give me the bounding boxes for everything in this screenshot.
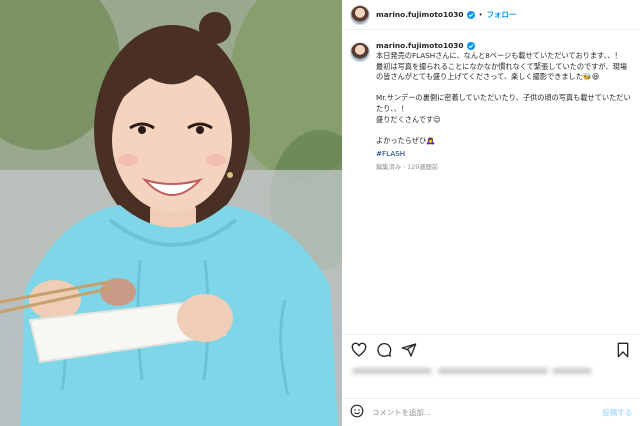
heart-icon[interactable] bbox=[350, 341, 368, 359]
caption-section: marino.fujimoto1030 本日発売のFLASHさんに、なんと8ペー… bbox=[342, 31, 640, 341]
header-username[interactable]: marino.fujimoto1030 bbox=[376, 10, 464, 19]
caption-body: marino.fujimoto1030 本日発売のFLASHさんに、なんと8ペー… bbox=[376, 41, 632, 171]
comment-input[interactable] bbox=[372, 408, 603, 417]
post-comment-button[interactable]: 投稿する bbox=[602, 407, 632, 418]
caption-avatar[interactable] bbox=[350, 42, 370, 62]
separator-dot: • bbox=[478, 10, 483, 19]
comment-icon[interactable] bbox=[375, 341, 393, 359]
action-bar bbox=[342, 334, 640, 364]
comment-bar: 投稿する bbox=[342, 398, 640, 426]
send-icon[interactable] bbox=[400, 341, 418, 359]
smiley-icon[interactable] bbox=[350, 403, 364, 422]
post-panel: marino.fujimoto1030 • フォロー marino.fujimo… bbox=[342, 0, 640, 426]
verified-badge-icon bbox=[466, 41, 475, 50]
follow-button[interactable]: フォロー bbox=[487, 9, 517, 20]
photo-illustration bbox=[0, 0, 342, 426]
bookmark-icon[interactable] bbox=[614, 341, 632, 359]
blurred-likes-area bbox=[352, 368, 612, 382]
caption-text: 本日発売のFLASHさんに、なんと8ページも載せていただいております、、！ 最初… bbox=[376, 51, 631, 145]
post-meta: 編集済み · 129週間前 bbox=[376, 164, 439, 172]
caption-row: marino.fujimoto1030 本日発売のFLASHさんに、なんと8ペー… bbox=[350, 41, 632, 171]
verified-badge-icon bbox=[466, 10, 475, 19]
avatar[interactable] bbox=[350, 4, 370, 25]
hashtag-link[interactable]: #FLASH bbox=[376, 149, 632, 158]
caption-user-line: marino.fujimoto1030 bbox=[376, 41, 632, 50]
caption-username[interactable]: marino.fujimoto1030 bbox=[376, 41, 464, 50]
post-photo[interactable] bbox=[0, 0, 342, 426]
post-header: marino.fujimoto1030 • フォロー bbox=[342, 0, 640, 30]
